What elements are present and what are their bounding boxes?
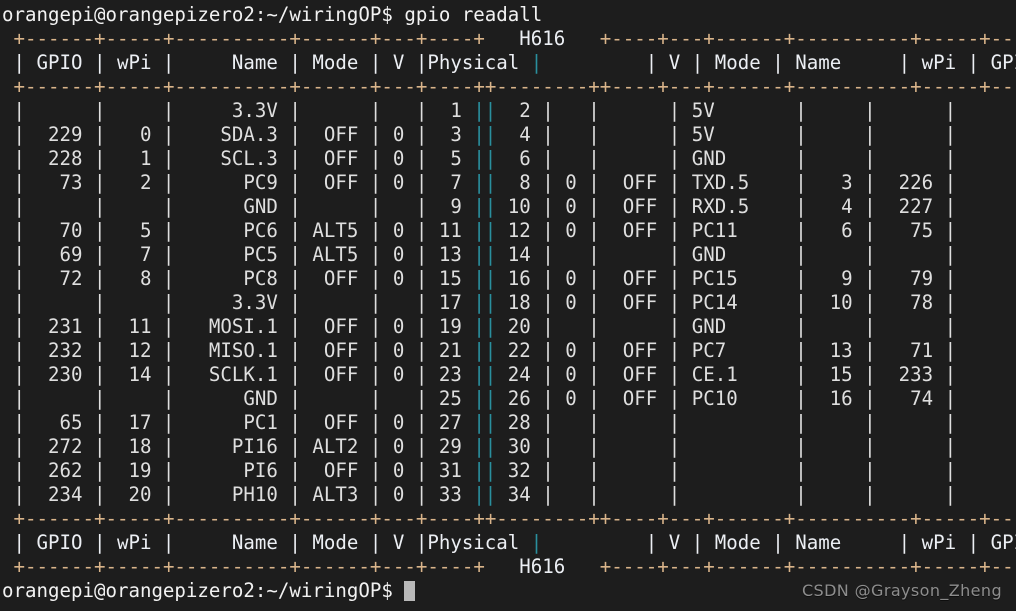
table-row: | 229 | 0 | SDA.3 | OFF | 0 | 3 || 4 | |… — [2, 123, 957, 146]
table-top-rule: +------+-----+----------+------+---+----… — [13, 27, 1016, 50]
table-footer-rule: +------+-----+----------+------+---+----… — [13, 555, 1016, 578]
table-row: | 73 | 2 | PC9 | OFF | 0 | 7 || 8 | 0 | … — [2, 171, 957, 194]
table-row: | | | 3.3V | | | 1 || 2 | | | 5V | | | — [2, 99, 957, 122]
table-row: | 232 | 12 | MISO.1 | OFF | 0 | 21 || 22… — [2, 339, 957, 362]
watermark-label: CSDN @Grayson_Zheng — [801, 581, 1002, 600]
table-row: | 65 | 17 | PC1 | OFF | 0 | 27 || 28 | |… — [2, 411, 957, 434]
table-row: | 262 | 19 | PI6 | OFF | 0 | 31 || 32 | … — [2, 459, 957, 482]
table-footer-row: | GPIO | wPi | Name | Mode | V |Physical… — [2, 531, 1016, 554]
table-row: | 72 | 8 | PC8 | OFF | 0 | 15 || 16 | 0 … — [2, 267, 957, 290]
table-row: | 234 | 20 | PH10 | ALT3 | 0 | 33 || 34 … — [2, 483, 957, 506]
table-row: | 231 | 11 | MOSI.1 | OFF | 0 | 19 || 20… — [2, 315, 957, 338]
table-row: | 228 | 1 | SCL.3 | OFF | 0 | 5 || 6 | |… — [2, 147, 957, 170]
table-header-rule: +------+-----+----------+------+---+----… — [13, 75, 1016, 98]
table-row: | 272 | 18 | PI16 | ALT2 | 0 | 29 || 30 … — [2, 435, 957, 458]
table-row: | | | GND | | | 9 || 10 | 0 | OFF | RXD.… — [2, 195, 957, 218]
table-header-row: | GPIO | wPi | Name | Mode | V |Physical… — [2, 51, 1016, 74]
table-row: | | | 3.3V | | | 17 || 18 | 0 | OFF | PC… — [2, 291, 957, 314]
prompt-text: orangepi@orangepizero2:~/wiringOP$ — [2, 579, 405, 602]
table-bottom-rule: +------+-----+----------+------+---+----… — [13, 507, 1016, 530]
gpio-readall-table: +------+-----+----------+------+---+----… — [2, 27, 1016, 579]
table-row: | | | GND | | | 25 || 26 | 0 | OFF | PC1… — [2, 387, 957, 410]
table-row: | 230 | 14 | SCLK.1 | OFF | 0 | 23 || 24… — [2, 363, 957, 386]
table-row: | 70 | 5 | PC6 | ALT5 | 0 | 11 || 12 | 0… — [2, 219, 957, 242]
table-row: | 69 | 7 | PC5 | ALT5 | 0 | 13 || 14 | |… — [2, 243, 957, 266]
terminal-window[interactable]: orangepi@orangepizero2:~/wiringOP$ gpio … — [0, 0, 1016, 611]
command-prompt-line: orangepi@orangepizero2:~/wiringOP$ gpio … — [2, 3, 543, 26]
text-cursor — [404, 581, 416, 601]
